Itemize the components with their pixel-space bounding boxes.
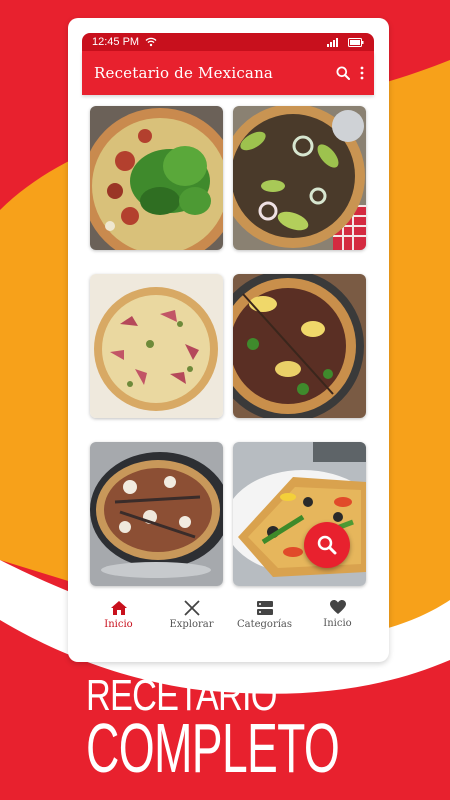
- recipe-card-pizza-arugula[interactable]: [90, 106, 223, 250]
- recipe-card-pizza-vegetable[interactable]: [233, 442, 366, 586]
- nav-label: Explorar: [169, 619, 214, 630]
- recipe-image: [90, 106, 223, 250]
- recipe-card-pizza-prosciutto[interactable]: [90, 274, 223, 418]
- nav-label: Inicio: [104, 619, 133, 630]
- bottom-navigation: Inicio Explorar Categorías Inicio: [82, 600, 374, 644]
- recipe-image: [233, 106, 366, 250]
- nav-item-categorias[interactable]: Categorías: [230, 600, 300, 630]
- search-fab[interactable]: [304, 522, 350, 568]
- app-bar: Recetario de Mexicana: [82, 51, 374, 95]
- recipe-image: [90, 442, 223, 586]
- nav-label: Categorías: [236, 619, 293, 630]
- search-icon[interactable]: [336, 66, 350, 80]
- recipe-image: [233, 274, 366, 418]
- phone-screen: 12:45 PM Recetario de Mexicana Inicio Ex…: [68, 18, 389, 662]
- signal-icon: [327, 37, 338, 47]
- battery-icon: [348, 37, 364, 47]
- app-title: Recetario de Mexicana: [94, 64, 274, 82]
- recipe-card-pizza-anchovy[interactable]: [90, 442, 223, 586]
- more-vert-icon[interactable]: [360, 66, 364, 80]
- wifi-icon: [145, 37, 157, 47]
- nav-label: Inicio: [323, 618, 352, 629]
- utensils-icon: [183, 600, 200, 616]
- status-time: 12:45 PM: [92, 36, 140, 48]
- search-icon: [317, 535, 337, 555]
- home-icon: [110, 601, 127, 615]
- recipe-image: [90, 274, 223, 418]
- nav-item-inicio[interactable]: Inicio: [84, 600, 154, 630]
- heart-icon: [329, 600, 346, 614]
- recipe-image: [233, 442, 366, 586]
- recipe-card-pizza-bbq[interactable]: [233, 274, 366, 418]
- promo-headline-line2: COMPLETO: [86, 709, 340, 787]
- status-bar: 12:45 PM: [82, 33, 374, 51]
- nav-item-favoritos[interactable]: Inicio: [303, 600, 373, 629]
- categories-icon: [256, 601, 273, 615]
- recipe-card-pizza-avocado-beef[interactable]: [233, 106, 366, 250]
- nav-item-explorar[interactable]: Explorar: [157, 600, 227, 630]
